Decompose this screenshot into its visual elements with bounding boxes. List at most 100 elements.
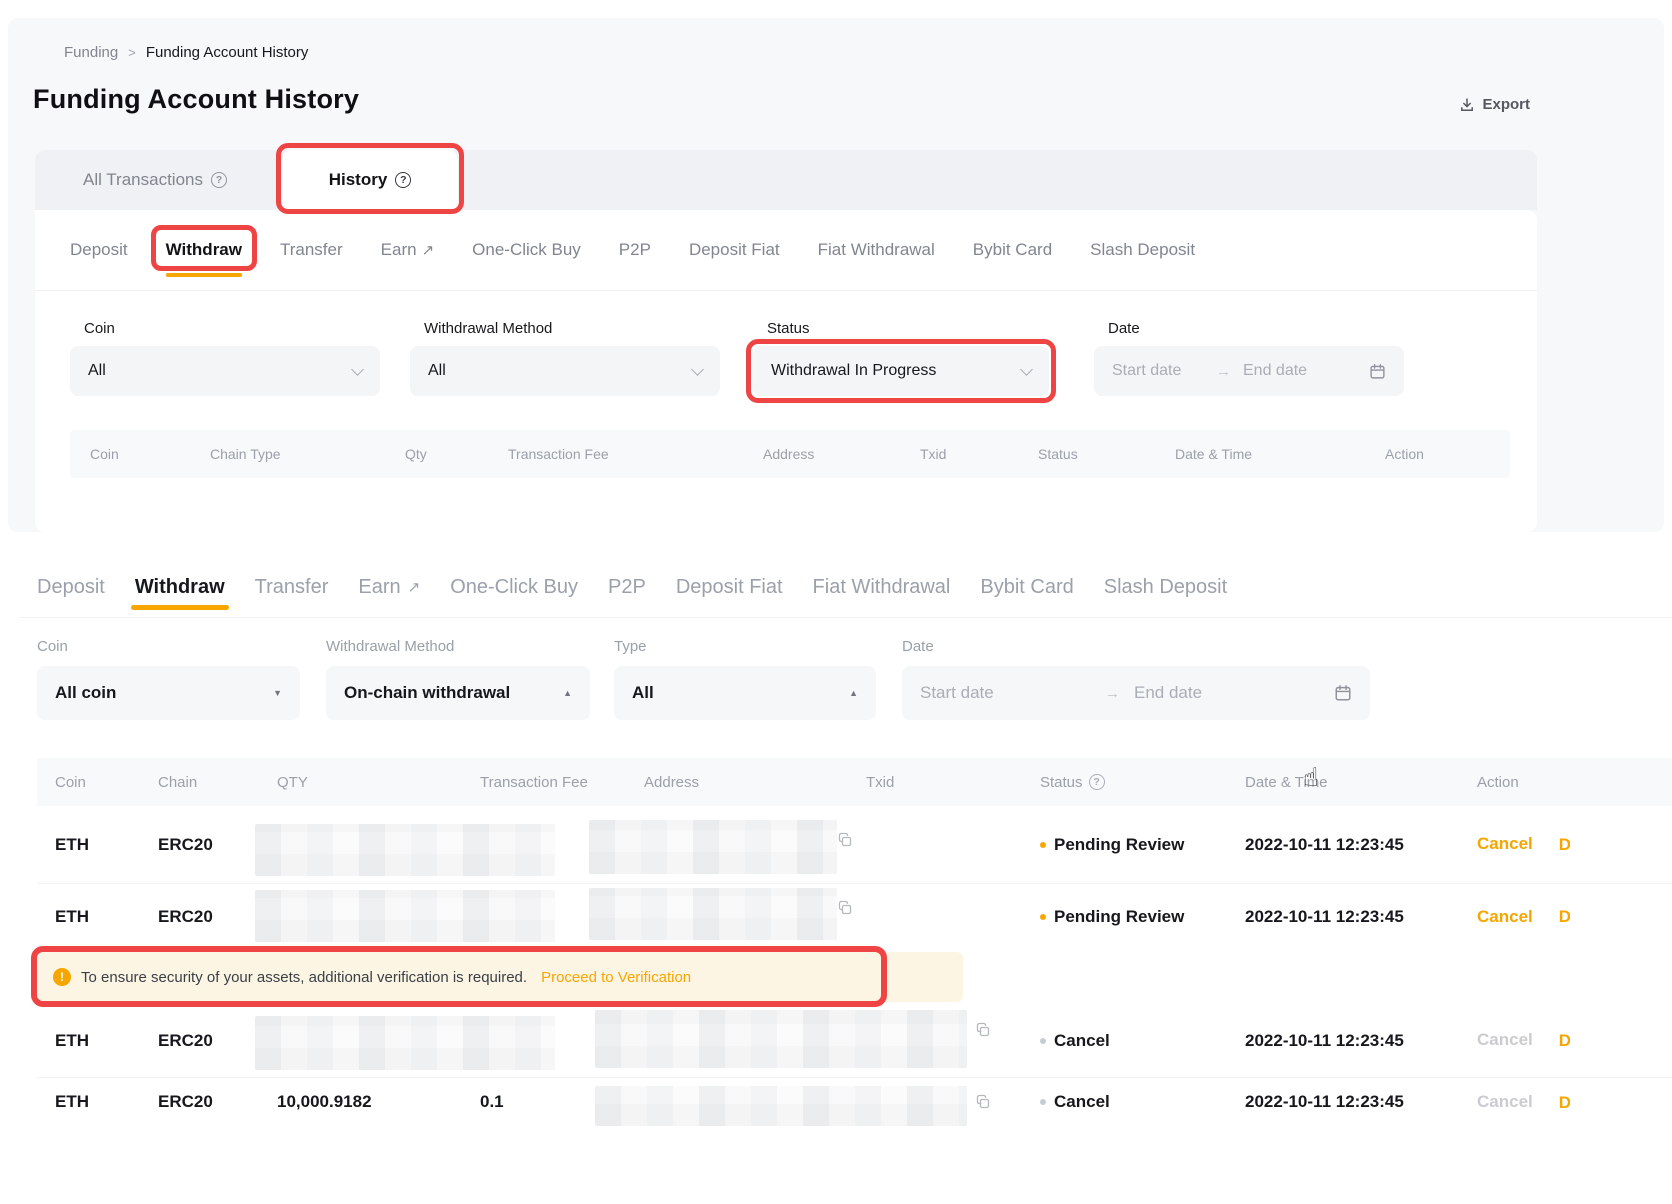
- cell-coin: ETH: [55, 1031, 158, 1051]
- start-date-input[interactable]: Start date: [920, 683, 1105, 703]
- breadcrumb: Funding > Funding Account History: [64, 44, 308, 61]
- truncated-action-button[interactable]: D: [1559, 835, 1570, 855]
- end-date-input[interactable]: End date: [1243, 362, 1307, 380]
- status-dot: [1040, 914, 1046, 920]
- help-icon[interactable]: ?: [395, 172, 411, 188]
- subtab-earn[interactable]: Earn↗: [381, 240, 435, 260]
- subtab-deposit[interactable]: Deposit: [37, 576, 105, 599]
- help-icon[interactable]: ?: [211, 172, 227, 188]
- history-tab-content: Deposit Withdraw Transfer Earn↗ One-Clic…: [35, 210, 1537, 532]
- table-row: ETH ERC20 Pending Review 2022-10-11 12:2…: [37, 884, 1672, 950]
- subtab-deposit-fiat[interactable]: Deposit Fiat: [676, 576, 783, 599]
- subtab-one-click-buy[interactable]: One-Click Buy: [450, 576, 578, 599]
- bottom-table-header: Coin Chain QTY Transaction Fee Address T…: [37, 758, 1672, 806]
- bottom-sub-tab-bar: Deposit Withdraw Transfer Earn↗ One-Clic…: [37, 566, 1227, 608]
- cell-action: CancelD: [1477, 1030, 1672, 1051]
- type-filter-select[interactable]: All ▲: [614, 666, 876, 720]
- page-title: Funding Account History: [33, 84, 359, 115]
- banner-text: To ensure security of your assets, addit…: [81, 969, 527, 986]
- redacted-qty: [255, 890, 555, 942]
- coin-filter-select[interactable]: All coin ▼: [37, 666, 300, 720]
- col-address: Address: [644, 774, 866, 791]
- calendar-icon[interactable]: [1334, 684, 1352, 702]
- redacted-address: [595, 1086, 967, 1126]
- cell-chain: ERC20: [158, 1092, 277, 1112]
- copy-icon[interactable]: [837, 832, 853, 848]
- subtab-fiat-withdrawal[interactable]: Fiat Withdrawal: [813, 576, 951, 599]
- cell-status: Pending Review: [1040, 907, 1245, 927]
- col-txid: Txid: [920, 446, 1038, 462]
- table-row: ETH ERC20 10,000.9182 0.1 Cancel 2022-10…: [37, 1078, 1672, 1204]
- cell-coin: ETH: [55, 1092, 158, 1112]
- subtab-p2p[interactable]: P2P: [619, 240, 651, 260]
- truncated-action-button[interactable]: D: [1559, 907, 1570, 927]
- calendar-icon[interactable]: [1369, 363, 1386, 380]
- withdrawal-method-filter-select[interactable]: On-chain withdrawal ▲: [326, 666, 590, 720]
- col-txid: Txid: [866, 774, 1040, 791]
- subtab-bybit-card[interactable]: Bybit Card: [980, 576, 1073, 599]
- security-banner-row: ! To ensure security of your assets, add…: [37, 950, 1672, 1004]
- col-chain: Chain: [158, 774, 277, 791]
- redacted-address: [589, 820, 837, 874]
- status-filter-label: Status: [767, 320, 810, 337]
- copy-icon[interactable]: [837, 900, 853, 916]
- start-date-input[interactable]: Start date: [1112, 362, 1216, 380]
- cancel-button[interactable]: Cancel: [1477, 907, 1533, 926]
- truncated-action-button[interactable]: D: [1559, 1031, 1570, 1051]
- breadcrumb-funding[interactable]: Funding: [64, 44, 118, 61]
- cell-datetime: 2022-10-11 12:23:45: [1245, 1092, 1477, 1112]
- date-range-picker[interactable]: Start date → End date: [902, 666, 1370, 720]
- subtab-slash-deposit[interactable]: Slash Deposit: [1090, 240, 1195, 260]
- subtab-withdraw[interactable]: Withdraw: [135, 576, 225, 599]
- subtab-bybit-card[interactable]: Bybit Card: [973, 240, 1052, 260]
- chevron-down-icon: [1020, 363, 1033, 376]
- redacted-qty: [255, 824, 555, 876]
- tab-all-transactions[interactable]: All Transactions ?: [69, 150, 241, 210]
- copy-icon[interactable]: [975, 1094, 991, 1110]
- cell-datetime: 2022-10-11 12:23:45: [1245, 1031, 1477, 1051]
- col-action: Action: [1477, 774, 1672, 791]
- status-filter-select[interactable]: Withdrawal In Progress: [753, 346, 1049, 396]
- warning-icon: !: [53, 968, 71, 986]
- subtab-transfer[interactable]: Transfer: [255, 576, 329, 599]
- end-date-input[interactable]: End date: [1134, 683, 1202, 703]
- withdrawal-method-filter-select[interactable]: All: [410, 346, 720, 396]
- cell-status: Cancel: [1040, 1092, 1245, 1112]
- subtab-one-click-buy[interactable]: One-Click Buy: [472, 240, 581, 260]
- subtab-p2p[interactable]: P2P: [608, 576, 646, 599]
- copy-icon[interactable]: [975, 1022, 991, 1038]
- subtab-deposit[interactable]: Deposit: [70, 240, 128, 260]
- subtab-withdraw[interactable]: Withdraw: [166, 240, 242, 260]
- withdrawal-method-filter-label: Withdrawal Method: [424, 320, 552, 337]
- triangle-up-icon: ▲: [563, 688, 572, 698]
- withdrawal-table-body: ETH ERC20 Pending Review 2022-10-11 12:2…: [37, 806, 1672, 1204]
- cell-datetime: 2022-10-11 12:23:45: [1245, 835, 1477, 855]
- cell-action: Cancel D: [1477, 907, 1672, 928]
- subtab-earn[interactable]: Earn↗: [358, 576, 420, 599]
- col-address: Address: [763, 446, 920, 462]
- subtab-slash-deposit[interactable]: Slash Deposit: [1104, 576, 1227, 599]
- cancel-button[interactable]: Cancel: [1477, 834, 1533, 853]
- tab-history[interactable]: History ?: [282, 150, 458, 210]
- subtab-deposit-fiat[interactable]: Deposit Fiat: [689, 240, 780, 260]
- main-tab-bar: All Transactions ? History ?: [35, 150, 1537, 210]
- cell-action: CancelD: [1477, 1092, 1672, 1113]
- subtab-fiat-withdrawal[interactable]: Fiat Withdrawal: [818, 240, 935, 260]
- truncated-action-button[interactable]: D: [1559, 1093, 1570, 1113]
- proceed-to-verification-link[interactable]: Proceed to Verification: [541, 969, 691, 986]
- cell-coin: ETH: [55, 835, 158, 855]
- date-range-picker[interactable]: Start date → End date: [1094, 346, 1404, 396]
- col-coin: Coin: [90, 446, 210, 462]
- breadcrumb-current: Funding Account History: [146, 44, 309, 61]
- status-dot: [1040, 1038, 1046, 1044]
- chevron-down-icon: [351, 363, 364, 376]
- col-transaction-fee: Transaction Fee: [480, 774, 644, 791]
- subtab-transfer[interactable]: Transfer: [280, 240, 343, 260]
- table-row: ETH ERC20 Pending Review 2022-10-11 12:2…: [37, 806, 1672, 884]
- help-icon[interactable]: ?: [1089, 774, 1105, 790]
- col-date-time[interactable]: Date & Time: [1245, 774, 1477, 791]
- table-row: ETH ERC20 Cancel 2022-10-11 12:23:45 Can…: [37, 1004, 1672, 1078]
- date-range-arrow-icon: →: [1216, 363, 1231, 380]
- coin-filter-select[interactable]: All: [70, 346, 380, 396]
- export-button[interactable]: Export: [1459, 96, 1530, 113]
